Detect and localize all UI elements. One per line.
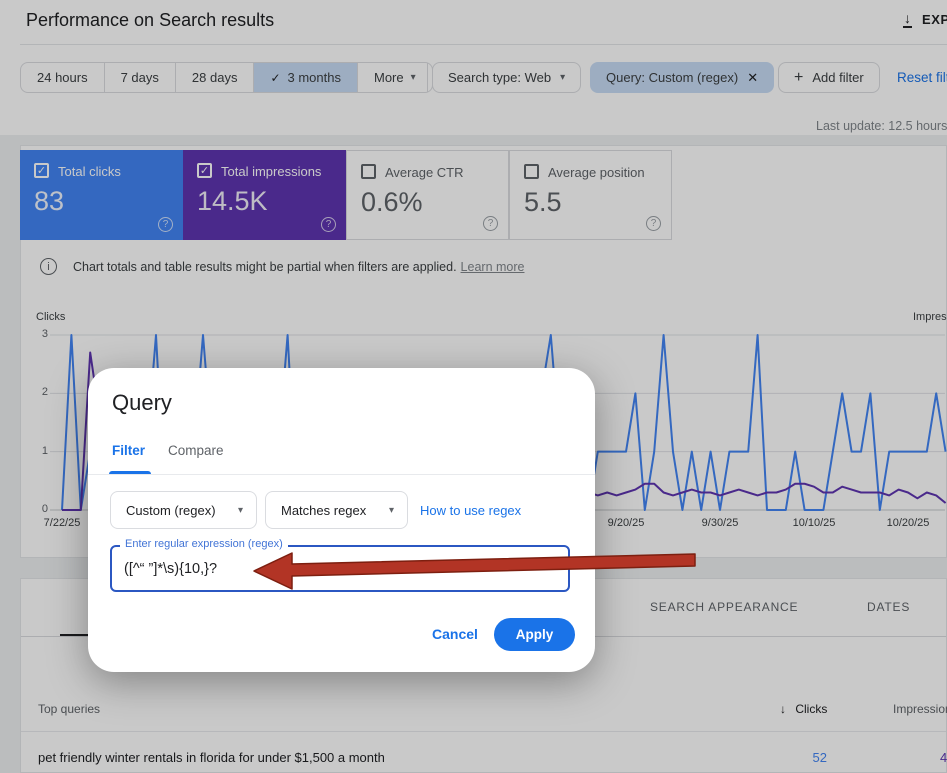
tab-compare[interactable]: Compare xyxy=(168,443,224,458)
tab-filter[interactable]: Filter xyxy=(112,443,145,458)
dialog-title: Query xyxy=(112,390,172,416)
annotation-arrow-icon xyxy=(248,541,698,593)
chevron-down-icon: ▾ xyxy=(238,505,243,516)
query-filter-dialog: Query Filter Compare Custom (regex) ▾ Ma… xyxy=(88,368,595,672)
chevron-down-icon: ▾ xyxy=(389,505,394,516)
field-select-dropdown[interactable]: Custom (regex) ▾ xyxy=(110,491,257,529)
operator-select-value: Matches regex xyxy=(281,503,366,518)
search-console-performance-page: Performance on Search results ↓ EXPORT 2… xyxy=(0,0,947,773)
regex-help-link[interactable]: How to use regex xyxy=(420,503,521,518)
field-select-value: Custom (regex) xyxy=(126,503,216,518)
apply-button[interactable]: Apply xyxy=(494,618,575,651)
operator-select-dropdown[interactable]: Matches regex ▾ xyxy=(265,491,408,529)
cancel-button[interactable]: Cancel xyxy=(420,620,490,648)
dialog-tabs-divider xyxy=(88,474,595,475)
